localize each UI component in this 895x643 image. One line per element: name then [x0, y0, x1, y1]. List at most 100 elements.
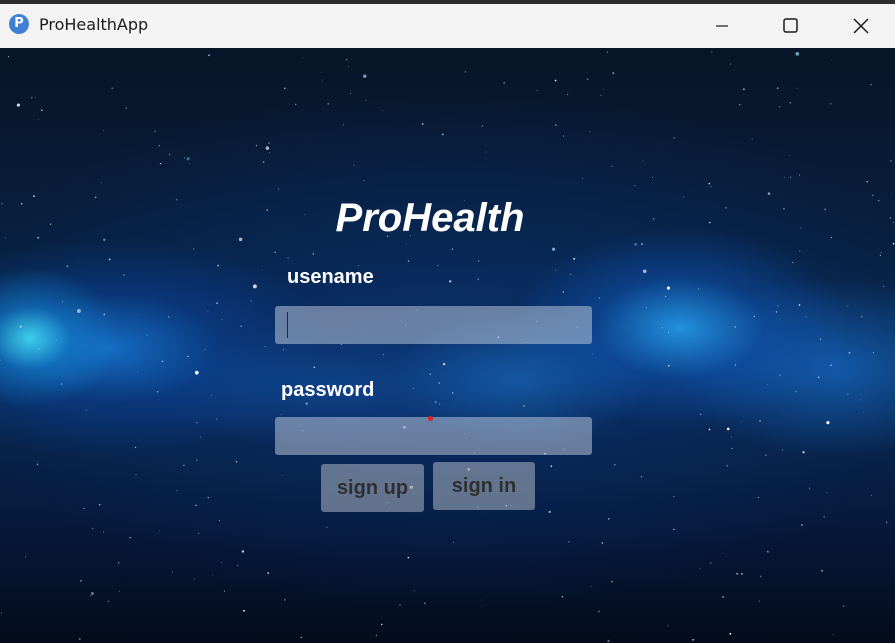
star — [734, 364, 736, 366]
title-bar[interactable]: P ProHealthApp — [0, 4, 895, 48]
username-input[interactable] — [275, 306, 592, 344]
star — [146, 334, 148, 336]
star — [91, 527, 94, 530]
star — [183, 157, 185, 159]
sign-up-button[interactable]: sign up — [321, 464, 424, 512]
star — [848, 352, 851, 354]
star — [62, 301, 64, 303]
star — [347, 66, 349, 68]
star — [590, 585, 592, 587]
star — [188, 163, 190, 165]
star — [805, 316, 807, 318]
star — [879, 254, 881, 256]
star — [611, 580, 613, 583]
star — [764, 454, 767, 456]
star — [407, 260, 410, 262]
star — [37, 460, 39, 462]
star — [429, 373, 431, 375]
star — [614, 464, 616, 466]
star — [243, 609, 245, 612]
star — [274, 251, 276, 253]
star — [134, 446, 137, 449]
star — [208, 54, 210, 57]
star — [726, 465, 728, 467]
star — [196, 422, 198, 424]
star — [859, 399, 861, 401]
star — [710, 562, 712, 564]
star — [645, 306, 647, 308]
star — [123, 274, 125, 276]
text-cursor — [287, 312, 288, 338]
star — [0, 359, 1, 361]
star — [195, 459, 198, 461]
star — [766, 384, 768, 385]
star — [722, 596, 724, 598]
sign-in-button[interactable]: sign in — [433, 462, 535, 510]
minimize-button[interactable] — [692, 4, 752, 48]
star — [111, 87, 114, 90]
star — [346, 59, 348, 61]
star — [0, 612, 2, 614]
star — [424, 602, 426, 604]
star — [439, 403, 441, 405]
star — [137, 371, 139, 373]
star — [792, 262, 794, 263]
star — [789, 101, 792, 104]
star — [252, 284, 257, 289]
star — [871, 494, 873, 496]
star — [789, 154, 791, 156]
star — [399, 604, 401, 606]
close-icon — [853, 18, 869, 34]
star — [598, 297, 601, 299]
star — [295, 103, 297, 105]
star — [642, 160, 644, 162]
star — [795, 52, 800, 56]
star — [300, 636, 302, 638]
star — [66, 265, 69, 268]
star — [608, 518, 610, 520]
star — [91, 592, 94, 595]
star — [860, 315, 863, 318]
star — [221, 562, 223, 563]
star — [340, 344, 342, 346]
star — [710, 186, 712, 188]
star — [320, 71, 322, 73]
star — [699, 413, 702, 416]
star — [382, 353, 384, 355]
star — [782, 449, 784, 451]
star — [776, 87, 779, 89]
star — [477, 278, 480, 281]
star — [187, 355, 189, 358]
star — [438, 382, 441, 384]
star — [125, 107, 127, 109]
star — [621, 377, 622, 379]
star — [103, 129, 104, 131]
star — [601, 542, 604, 544]
password-input[interactable] — [275, 417, 592, 455]
maximize-button[interactable] — [760, 4, 820, 48]
star — [107, 600, 110, 603]
star — [759, 420, 761, 422]
star — [567, 93, 569, 95]
star — [736, 572, 738, 575]
star — [194, 578, 195, 580]
star — [212, 574, 213, 576]
starfield-background — [0, 51, 895, 643]
star — [830, 103, 832, 105]
star — [452, 392, 454, 394]
star — [77, 261, 79, 263]
star — [176, 489, 178, 492]
close-button[interactable] — [830, 4, 890, 48]
star — [405, 243, 407, 245]
star — [312, 253, 315, 255]
star — [730, 436, 732, 438]
star — [523, 405, 525, 407]
star — [80, 580, 82, 582]
star — [157, 391, 159, 393]
star — [582, 177, 584, 179]
star — [19, 325, 22, 328]
star — [847, 305, 849, 307]
star — [284, 599, 286, 601]
star — [129, 537, 131, 539]
star — [193, 248, 195, 250]
